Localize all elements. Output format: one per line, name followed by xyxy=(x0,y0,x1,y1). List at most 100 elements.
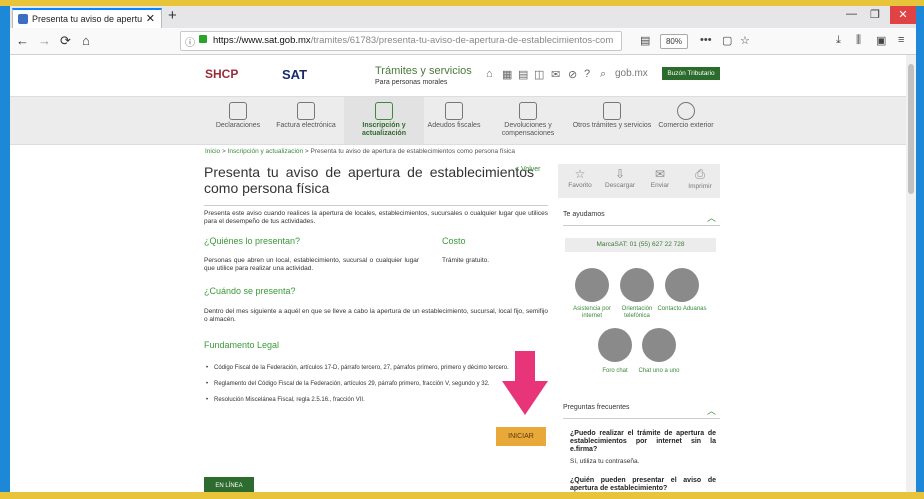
tools-box: ☆ Favorito ⇩ Descargar ✉ Enviar ⎙ Imprimir xyxy=(558,164,720,198)
book-icon[interactable]: ◫ xyxy=(534,68,544,81)
breadcrumb-current: Presenta tu aviso de apertura de estable… xyxy=(310,148,516,155)
chat-uno-a-uno-link[interactable]: Chat uno a uno xyxy=(634,368,684,375)
breadcrumb-inicio[interactable]: Inicio xyxy=(205,148,220,155)
zoom-level[interactable]: 80% xyxy=(660,34,688,49)
descargar-button[interactable]: ⇩ Descargar xyxy=(600,167,640,189)
fundamento-item: Código Fiscal de la Federación, artículo… xyxy=(206,364,548,372)
tab-title: Presenta tu aviso de apertura d xyxy=(32,14,142,24)
cuando-heading: ¿Cuándo se presenta? xyxy=(204,286,296,296)
otros-tramites-icon xyxy=(603,102,621,120)
iniciar-button[interactable]: INICIAR xyxy=(496,427,546,446)
breadcrumb: Inicio > Inscripción y actualización > P… xyxy=(205,148,515,155)
comercio-exterior-icon xyxy=(677,102,695,120)
info-icon[interactable]: ⓘ xyxy=(185,34,195,49)
shcp-logo[interactable]: SHCP xyxy=(205,67,238,81)
menu-icon[interactable]: ≡ xyxy=(898,34,904,46)
fundamento-item: Reglamento del Código Fiscal de la Feder… xyxy=(206,380,548,388)
minimize-button[interactable]: — xyxy=(846,8,857,20)
back-icon[interactable]: ← xyxy=(16,33,29,48)
tab-close-icon[interactable]: ✕ xyxy=(146,12,155,25)
main-menu: Declaraciones Factura electrónica Inscri… xyxy=(10,96,906,145)
foro-chat-link[interactable]: Foro chat xyxy=(590,368,640,375)
chevron-up-icon[interactable]: ︿ xyxy=(707,211,716,224)
reader-icon[interactable]: ▤ xyxy=(640,34,650,47)
breadcrumb-separator: > xyxy=(303,148,311,155)
search-icon[interactable]: ⌕ xyxy=(600,68,606,81)
breadcrumb-inscripcion[interactable]: Inscripción y actualización xyxy=(228,148,304,155)
reload-icon[interactable]: ⟳ xyxy=(60,33,71,49)
fundamento-heading: Fundamento Legal xyxy=(204,340,280,350)
devoluciones-icon xyxy=(519,102,537,120)
contacto-aduanas-image[interactable] xyxy=(665,268,699,302)
window-bottom-edge xyxy=(0,492,924,499)
foro-chat-image[interactable] xyxy=(598,328,632,362)
gob-mx-link[interactable]: gob.mx xyxy=(615,68,648,79)
marca-sat-phone: MarcaSAT: 01 (55) 627 22 728 xyxy=(565,238,716,252)
tramites-subtitle: Para personas morales xyxy=(375,79,448,86)
calendar-icon[interactable]: ▦ xyxy=(502,68,512,81)
star-icon: ☆ xyxy=(574,167,586,181)
download-file-icon: ⇩ xyxy=(614,167,626,181)
faq-question[interactable]: ¿Quién pueden presentar el aviso de aper… xyxy=(570,477,716,493)
download-icon[interactable]: ⤓ xyxy=(836,34,841,47)
preguntas-frecuentes-header[interactable]: Preguntas frecuentes ︿ xyxy=(563,404,720,419)
close-window-button[interactable]: ✕ xyxy=(890,6,916,24)
faq-answer: Sí, utiliza tu contraseña. xyxy=(570,458,640,465)
title-divider xyxy=(204,205,548,206)
chat-uno-a-uno-image[interactable] xyxy=(642,328,676,362)
intro-text: Presenta este aviso cuando realices la a… xyxy=(204,210,548,225)
imprimir-button[interactable]: ⎙ Imprimir xyxy=(680,167,720,190)
te-ayudamos-label: Te ayudamos xyxy=(563,211,605,218)
home-site-icon[interactable]: ⌂ xyxy=(486,68,493,80)
pocket-icon[interactable]: ▢ xyxy=(722,34,732,47)
fundamento-item: Resolución Miscelánea Fiscal, regla 2.5.… xyxy=(206,396,548,404)
tramites-title: Trámites y servicios xyxy=(375,65,472,77)
maximize-button[interactable]: ❐ xyxy=(870,8,880,21)
factura-icon xyxy=(297,102,315,120)
chevron-up-icon[interactable]: ︿ xyxy=(707,404,716,417)
menu-item-adeudos[interactable]: Adeudos fiscales xyxy=(414,97,494,144)
url-text: https://www.sat.gob.mx/tramites/61783/pr… xyxy=(213,35,613,46)
orientacion-telefonica-link[interactable]: Orientación telefónica xyxy=(612,306,662,320)
buzon-tributario-button[interactable]: Buzón Tributario xyxy=(662,67,720,80)
library-icon[interactable]: ⫼ xyxy=(856,34,861,47)
contacto-aduanas-link[interactable]: Contacto Aduanas xyxy=(657,306,707,313)
menu-item-devoluciones[interactable]: Devoluciones y compensaciones xyxy=(488,97,568,144)
sidebar-icon[interactable]: ▣ xyxy=(876,34,886,47)
preguntas-frecuentes-label: Preguntas frecuentes xyxy=(563,404,630,411)
bookmark-star-icon[interactable]: ☆ xyxy=(740,34,750,47)
forward-icon[interactable]: → xyxy=(38,33,51,48)
help-icon[interactable]: ? xyxy=(584,68,590,80)
menu-item-factura[interactable]: Factura electrónica xyxy=(266,97,346,144)
adeudos-icon xyxy=(445,102,463,120)
home-icon[interactable]: ⌂ xyxy=(82,33,90,48)
asistencia-internet-link[interactable]: Asistencia por internet xyxy=(567,306,617,320)
browser-window: Presenta tu aviso de apertura d ✕ + — ❐ … xyxy=(10,6,916,495)
more-icon[interactable]: ••• xyxy=(700,34,712,46)
globe-icon[interactable]: ⊘ xyxy=(568,68,577,81)
browser-tab[interactable]: Presenta tu aviso de apertura d ✕ xyxy=(12,8,162,28)
new-tab-button[interactable]: + xyxy=(168,7,177,24)
declaraciones-icon xyxy=(229,102,247,120)
favorito-button[interactable]: ☆ Favorito xyxy=(560,167,600,189)
quienes-heading: ¿Quiénes lo presentan? xyxy=(204,236,301,246)
te-ayudamos-header[interactable]: Te ayudamos ︿ xyxy=(563,211,720,226)
volver-link[interactable]: < Volver xyxy=(515,166,541,173)
faq-question[interactable]: ¿Puedo realizar el trámite de apertura d… xyxy=(570,430,716,454)
send-icon: ✉ xyxy=(654,167,666,181)
menu-item-otros[interactable]: Otros trámites y servicios xyxy=(572,97,652,144)
asistencia-internet-image[interactable] xyxy=(575,268,609,302)
scrollbar-thumb[interactable] xyxy=(908,64,914,194)
favicon-icon xyxy=(18,14,28,24)
mail-icon[interactable]: ✉ xyxy=(551,68,560,81)
address-bar[interactable]: ⓘ https://www.sat.gob.mx/tramites/61783/… xyxy=(180,31,622,51)
menu-item-comercio[interactable]: Comercio exterior xyxy=(646,97,726,144)
grid-icon[interactable]: ▤ xyxy=(518,68,528,81)
fundamento-list: Código Fiscal de la Federación, artículo… xyxy=(206,364,548,412)
costo-heading: Costo xyxy=(442,236,466,246)
enviar-button[interactable]: ✉ Enviar xyxy=(640,167,680,189)
sat-logo[interactable]: SAT xyxy=(282,67,307,82)
quienes-text: Personas que abren un local, establecimi… xyxy=(204,257,419,272)
menu-item-inscripcion[interactable]: Inscripción y actualización xyxy=(344,97,424,144)
orientacion-telefonica-image[interactable] xyxy=(620,268,654,302)
